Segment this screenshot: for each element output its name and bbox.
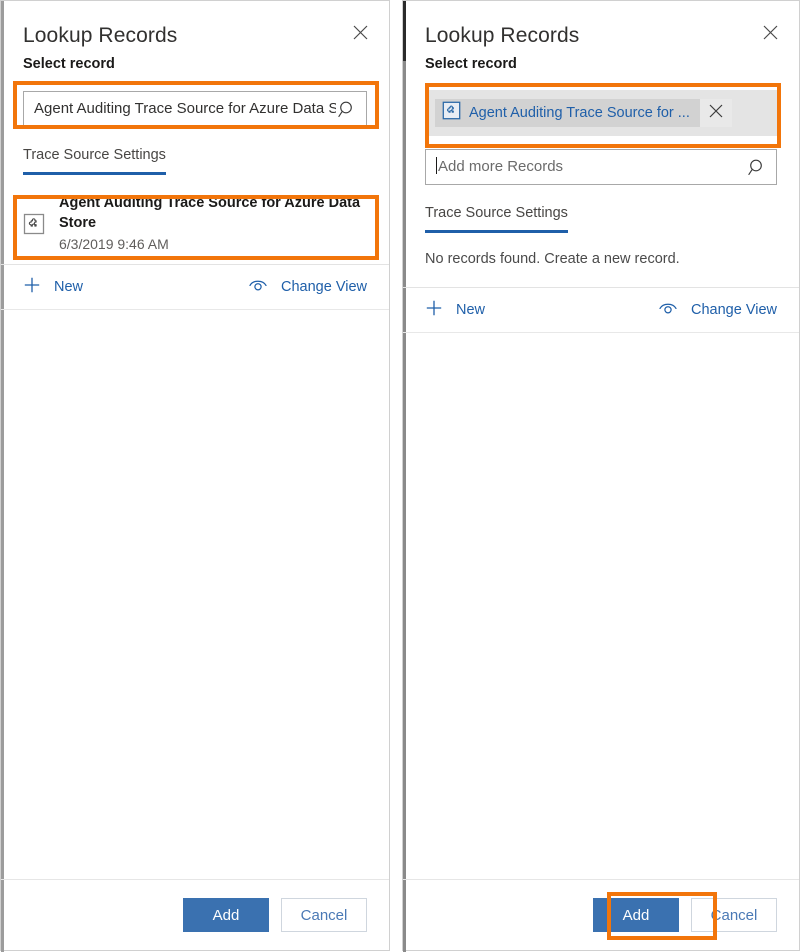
change-view-button[interactable]: Change View [658,300,777,320]
new-button-label: New [456,300,485,320]
panel-separator-gap [390,0,402,951]
plus-icon [23,276,41,299]
tab-label: Trace Source Settings [425,205,568,221]
dialog-body-right: Lookup Records Select record [403,1,799,879]
new-button[interactable]: New [425,299,485,322]
close-button[interactable] [347,19,373,45]
selected-record-token-label: Agent Auditing Trace Source for ... [469,105,690,121]
tab-strip-right: Trace Source Settings [403,203,799,233]
page-title: Lookup Records [23,23,369,49]
close-button[interactable] [757,19,783,45]
list-item[interactable]: Agent Auditing Trace Source for Azure Da… [1,184,389,264]
search-input[interactable]: Agent Auditing Trace Source for Azure Da… [23,91,367,127]
results-list-left: Agent Auditing Trace Source for Azure Da… [1,184,389,264]
tab-selected-underline [23,172,166,175]
selected-record-token-main[interactable]: Agent Auditing Trace Source for ... [435,99,700,127]
change-view-button-label: Change View [281,277,367,297]
record-puzzle-icon [23,213,45,235]
list-item-timestamp: 6/3/2019 9:46 AM [59,234,367,254]
tab-trace-source-settings[interactable]: Trace Source Settings [425,203,568,233]
search-input-value: Agent Auditing Trace Source for Azure Da… [34,99,336,119]
dialog-footer-right: Add Cancel [403,879,799,950]
command-bar-right: New Change View [403,287,799,333]
text-caret [436,157,437,174]
lookup-records-dialog-left: Lookup Records Select record Agent Audit… [0,0,390,951]
cancel-button[interactable]: Cancel [691,898,777,932]
change-view-button[interactable]: Change View [248,277,367,297]
close-icon [353,25,368,40]
lookup-records-dialog-right: Lookup Records Select record [402,0,800,951]
record-puzzle-icon [442,101,461,125]
page-subtitle: Select record [425,55,779,74]
close-icon [709,104,723,123]
command-bar-left: New Change View [1,264,389,310]
search-icon[interactable] [746,158,768,177]
new-button-label: New [54,277,83,297]
tab-trace-source-settings[interactable]: Trace Source Settings [23,145,166,175]
tab-label: Trace Source Settings [23,147,166,163]
add-more-records-input[interactable]: Add more Records [425,149,777,185]
change-view-button-label: Change View [691,300,777,320]
tab-selected-underline [425,230,568,233]
new-button[interactable]: New [23,276,83,299]
page-subtitle: Select record [23,55,369,74]
add-more-records-input-value: Add more Records [436,157,746,177]
screenshot-root: Lookup Records Select record Agent Audit… [0,0,800,951]
add-button[interactable]: Add [183,898,269,932]
eye-icon [658,301,678,320]
search-area-left: Agent Auditing Trace Source for Azure Da… [1,91,389,127]
search-area-right: Add more Records [403,149,799,185]
page-title: Lookup Records [425,23,779,49]
list-item-text: Agent Auditing Trace Source for Azure Da… [59,193,367,254]
selected-record-token[interactable]: Agent Auditing Trace Source for ... [435,99,732,127]
tab-strip-left: Trace Source Settings [1,145,389,175]
cancel-button[interactable]: Cancel [281,898,367,932]
plus-icon [425,299,443,322]
add-button[interactable]: Add [593,898,679,932]
remove-selected-record-button[interactable] [700,99,732,127]
list-item-title: Agent Auditing Trace Source for Azure Da… [59,193,367,233]
selected-records-area: Agent Auditing Trace Source for ... [425,90,777,136]
search-icon[interactable] [336,100,358,119]
dialog-body-left: Lookup Records Select record Agent Audit… [1,1,389,879]
eye-icon [248,278,268,297]
dialog-header-right: Lookup Records Select record [403,1,799,74]
dialog-footer-left: Add Cancel [1,879,389,950]
close-icon [763,25,778,40]
empty-state-message: No records found. Create a new record. [403,233,799,287]
dialog-header-left: Lookup Records Select record [1,1,389,74]
